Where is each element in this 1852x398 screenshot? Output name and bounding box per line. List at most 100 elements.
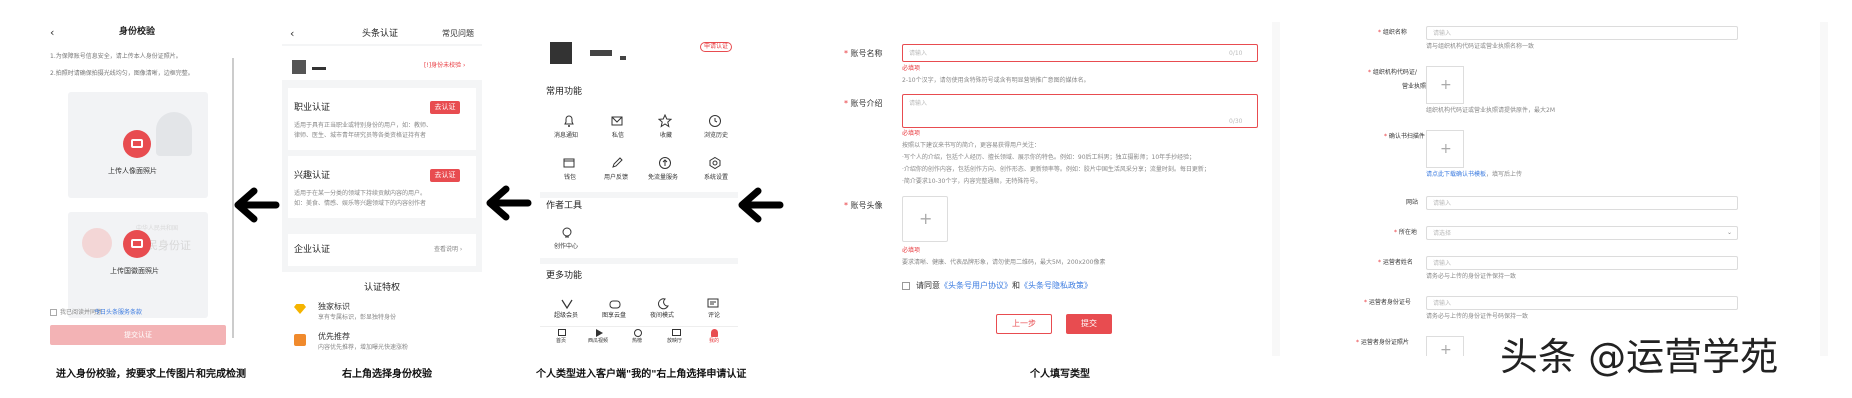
privacy-policy-link[interactable]: 《头条号隐私政策》 [1020, 281, 1092, 290]
wallet-item[interactable]: 钱包 [554, 156, 584, 186]
settings-item[interactable]: 系统设置 [698, 156, 732, 186]
region-placeholder: 请选择 [1433, 230, 1452, 237]
favorite-item[interactable]: 收藏 [650, 114, 680, 144]
tab-mine-label: 我的 [709, 338, 720, 344]
letter-upload[interactable]: + [1426, 130, 1464, 168]
message-item[interactable]: 私信 [602, 114, 632, 144]
op-name-input[interactable]: 请输入 [1426, 256, 1738, 270]
org-name-input[interactable]: 请输入 [1426, 26, 1738, 40]
op-id-input[interactable]: 请输入 [1426, 296, 1738, 310]
id-front-upload[interactable]: 上传人像面照片 [68, 92, 208, 198]
cloud-icon [609, 300, 621, 309]
name-hint: 2-10个汉字，请勿使用含特殊符号或含有明显营销推广意图的媒体名。 [902, 77, 1090, 84]
star-icon [658, 114, 672, 128]
avatar-required: 必填项 [902, 247, 921, 254]
faq-link[interactable]: 常见问题 [442, 30, 474, 38]
intro-hint-1: 按照以下建议来书写的简介，更容易获得用户关注： [902, 142, 1041, 149]
page-title: 头条认证 [362, 29, 399, 39]
clock-icon [709, 115, 721, 127]
account-name-input[interactable]: 请输入 0/10 [902, 44, 1258, 62]
account-name-label: * 账号名称 [844, 49, 883, 58]
website-placeholder: 请输入 [1433, 200, 1452, 207]
license-label-1-text: 组织机构代码证/ [1372, 69, 1417, 76]
license-upload[interactable]: + [1426, 66, 1464, 104]
camera-icon [123, 230, 151, 258]
page: { "panel1":{ "title":"身份校验", "note1":"1.… [0, 0, 1852, 398]
comment-label: 评论 [708, 312, 721, 319]
panel-toutiao-verify: ‹ 头条认证 常见问题 [!]身份未校验 › 职业认证 去认证 适用于具有正当职… [282, 20, 482, 354]
tab-home[interactable]: 首页 [548, 329, 578, 348]
agree-checkbox[interactable] [50, 309, 57, 316]
back-icon[interactable]: ‹ [50, 27, 54, 38]
tab-cinema-label: 放映厅 [667, 338, 683, 344]
account-intro-input[interactable]: 请输入 0/30 [902, 94, 1258, 128]
apply-verify-label: 申请认证 [704, 43, 729, 50]
night-mode-label: 夜间模式 [650, 312, 675, 319]
submit-button[interactable]: 提交 [1066, 314, 1112, 334]
gear-icon [709, 156, 721, 170]
op-photo-label: * 运营者身份证照片 [1356, 339, 1409, 346]
job-desc-1: 适用于具有正当职业或特别身份的用户，如：教师、 [294, 122, 433, 129]
job-verify-button[interactable]: 去认证 [430, 101, 460, 114]
interest-desc-1: 适用于在某一分类的领域下持续贡献内容的用户。 [294, 190, 427, 197]
tab-cinema[interactable]: 放映厅 [662, 329, 692, 348]
upload-back-label: 上传国徽面照片 [110, 267, 159, 275]
account-intro-label-text: 账号介绍 [850, 99, 883, 108]
account-intro-count: 0/30 [1229, 118, 1243, 125]
account-intro-placeholder: 请输入 [909, 100, 928, 107]
website-input[interactable]: 请输入 [1426, 196, 1738, 210]
caption-3b: 个人类型进入客户端"我的"右上角选择申请认证 [536, 369, 747, 380]
more-functions-title: 更多功能 [546, 271, 583, 281]
interest-verify-card: 兴趣认证 去认证 适用于在某一分类的领域下持续贡献内容的用户。 如：美食、情感、… [288, 156, 476, 218]
caption-1b: 进入身份校验，按要求上传图片和完成检测 [56, 369, 246, 380]
tab-hot[interactable]: 热榜 [624, 329, 654, 348]
intro-hint-3: ·介绍你的创作内容，包括创作方向、创作形态、更新频率等。例如：胶片中国生活风采分… [902, 166, 1210, 173]
org-name-placeholder: 请输入 [1433, 30, 1452, 37]
prev-button[interactable]: 上一步 [996, 314, 1052, 334]
agree-checkbox[interactable] [902, 282, 910, 290]
wallet-label: 钱包 [564, 174, 577, 181]
vip-item[interactable]: 超级会员 [550, 298, 586, 322]
plus-icon: + [1440, 141, 1452, 157]
op-name-label-text: 运营者姓名 [1382, 259, 1413, 266]
upload-front-label: 上传人像面照片 [108, 167, 157, 175]
interest-title: 兴趣认证 [294, 171, 331, 181]
submit-button[interactable]: 提交认证 [50, 325, 226, 345]
upload-circle-icon [659, 157, 671, 169]
agree-line: 请同意《头条号用户协议》和《头条号隐私政策》 [916, 282, 1092, 290]
letter-template-link[interactable]: 请点此下载确认书模板 [1426, 171, 1486, 178]
region-select[interactable]: 请选择 ⌄ [1426, 226, 1738, 240]
night-mode-item[interactable]: 夜间模式 [646, 298, 682, 322]
bell-icon [564, 115, 574, 127]
comment-item[interactable]: 评论 [696, 298, 732, 322]
cloud-disk-item[interactable]: 图享云盘 [598, 298, 634, 322]
account-name-label-text: 账号名称 [850, 49, 883, 58]
letter-hint-line: 请点此下载确认书模板，填写后上传 [1426, 172, 1522, 178]
notify-item[interactable]: 消息通知 [554, 114, 584, 144]
panel-personal-form: * 账号名称 请输入 0/10 必填项 2-10个汉字，请勿使用含特殊符号或含有… [836, 30, 1266, 350]
intro-required: 必填项 [902, 130, 921, 137]
intro-hint-2: ·写个人的介绍，包括个人经历、擅长领域、展示你的特色。例如：90后工科男；独立摄… [902, 154, 1196, 161]
identity-unchecked-link[interactable]: [!]身份未校验 › [424, 63, 465, 69]
home-icon [558, 329, 566, 336]
id-back-upload[interactable]: 中华人民共和国 居民身份证 上传国徽面照片 [68, 212, 208, 318]
interest-verify-button[interactable]: 去认证 [430, 169, 460, 182]
interest-desc-2: 如：美食、情感、娱乐等兴趣领域下的内容创作者 [294, 200, 427, 207]
creator-center-item[interactable]: 创作中心 [550, 226, 586, 256]
company-verify-card[interactable]: 企业认证 查看说明 › [288, 234, 476, 266]
note-2: 2.拍照时请确保拍摄光线均匀，图像清晰，边框完整。 [50, 70, 194, 77]
job-desc-2: 律师、医生、城市青年研究员等各类资格证持有者 [294, 132, 427, 139]
history-item[interactable]: 浏览历史 [698, 114, 732, 144]
tab-video[interactable]: 西瓜视频 [586, 329, 616, 348]
org-name-label-text: 组织名称 [1382, 29, 1407, 36]
user-agreement-link[interactable]: 《头条号用户协议》 [940, 281, 1012, 290]
op-photo-upload[interactable]: + [1426, 336, 1464, 356]
back-icon[interactable]: ‹ [290, 28, 294, 39]
apply-verify-badge[interactable]: 申请认证 [700, 42, 733, 52]
terms-link[interactable]: 今日头条服务条款 [94, 310, 142, 316]
feedback-item[interactable]: 用户反馈 [602, 156, 632, 186]
tab-mine[interactable]: 我的 [700, 329, 730, 348]
company-link[interactable]: 查看说明 › [434, 247, 462, 253]
free-data-item[interactable]: 免流量服务 [646, 156, 686, 186]
avatar-upload[interactable]: + [902, 196, 948, 242]
